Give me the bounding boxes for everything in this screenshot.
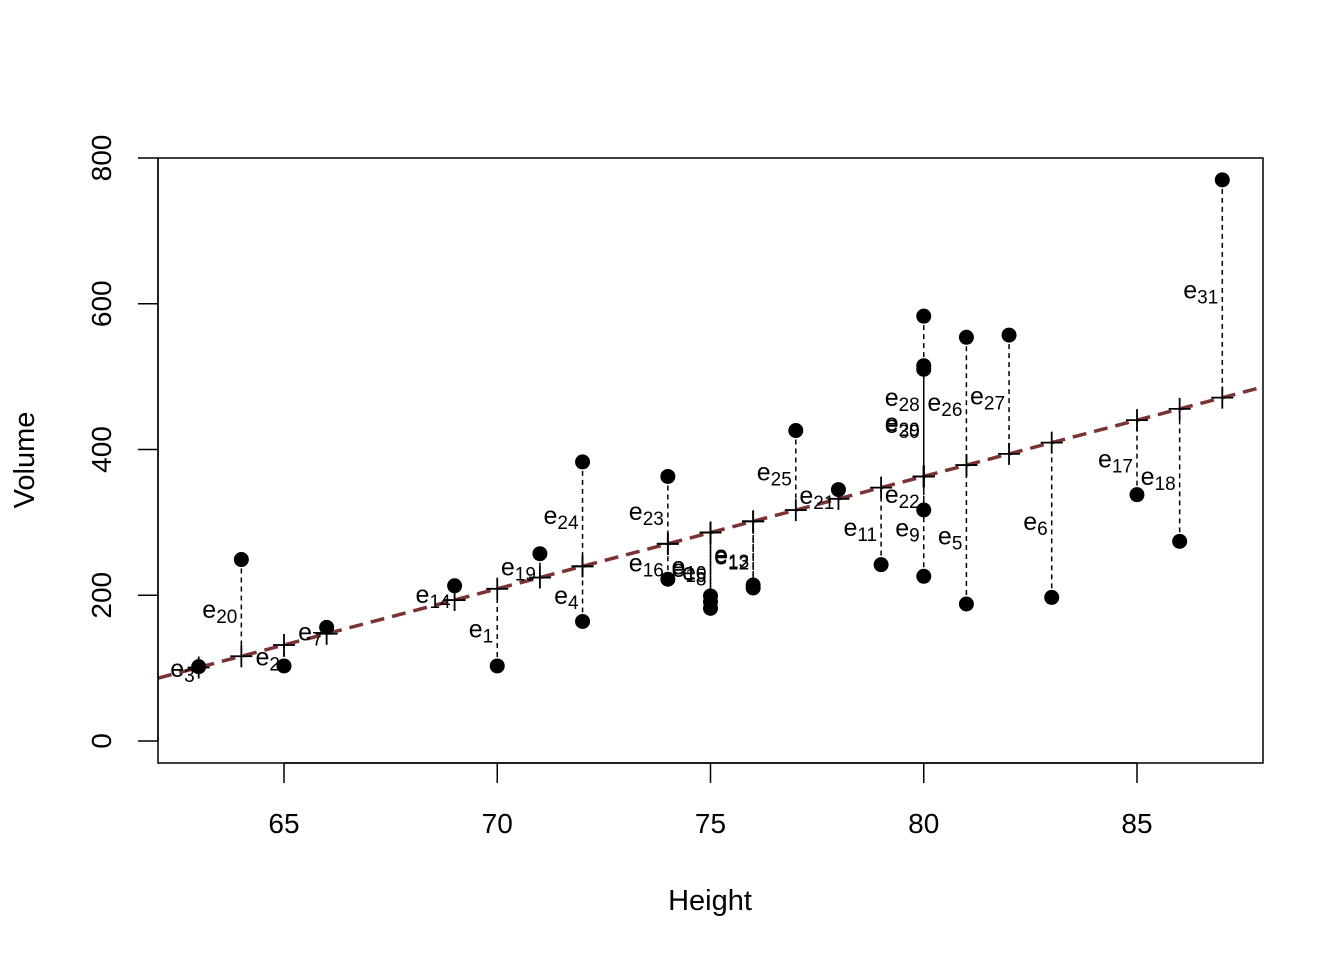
data-point [703, 594, 718, 610]
residual-label: e9 [895, 514, 919, 546]
residual-label: e26 [927, 389, 962, 421]
y-tick-label: 0 [86, 733, 117, 749]
data-point [489, 658, 505, 674]
residual-label: e16 [629, 550, 664, 582]
residual-label: e14 [416, 581, 451, 613]
y-tick-label: 600 [86, 280, 117, 327]
residual-label: e19 [501, 554, 536, 586]
fitted-marker [571, 555, 594, 578]
data-point [788, 423, 804, 439]
data-point [575, 613, 591, 629]
residual-label: e17 [1098, 445, 1133, 477]
residual-label: e7 [298, 619, 322, 651]
residual-label: e3 [170, 655, 194, 687]
fitted-marker [1126, 409, 1148, 432]
residual-label: e24 [544, 502, 579, 534]
y-tick-label: 200 [86, 572, 117, 619]
x-tick-label: 70 [482, 808, 513, 839]
fitted-marker [998, 442, 1021, 465]
x-tick-label: 80 [908, 808, 939, 839]
data-point [532, 546, 548, 562]
residual-label: e1 [469, 615, 493, 647]
data-point [745, 577, 761, 593]
data-point [1044, 589, 1060, 605]
data-point [1172, 533, 1188, 549]
residual-label: e13 [714, 541, 749, 573]
data-point [958, 596, 974, 612]
residual-label: e23 [629, 498, 664, 530]
fitted-marker [1211, 386, 1234, 409]
data-point [1001, 327, 1017, 343]
residual-label: e4 [554, 582, 579, 614]
x-tick-label: 85 [1121, 808, 1152, 839]
data-point [660, 468, 676, 484]
scatter-chart: e1e2e3e4e5e6e7e8e9e10e11e12e13e14e15e16e… [9, 135, 1264, 917]
axes: 65 70 75 80 85 0 200 400 600 800 [86, 135, 1153, 839]
residual-label: e31 [1183, 277, 1218, 309]
data-point [916, 361, 932, 377]
y-tick-label: 400 [86, 426, 117, 473]
data-point [873, 557, 889, 573]
y-tick-label: 800 [86, 135, 117, 182]
residual-label: e25 [757, 458, 792, 490]
residual-label: e18 [1141, 463, 1176, 495]
data-point [916, 308, 932, 324]
data-point [958, 329, 974, 345]
fitted-marker [273, 634, 295, 657]
plot-marks: e1e2e3e4e5e6e7e8e9e10e11e12e13e14e15e16e… [158, 172, 1263, 687]
fitted-marker [912, 465, 935, 488]
fitted-marker [1168, 397, 1191, 420]
residual-label: e6 [1023, 508, 1047, 540]
fitted-marker [1040, 431, 1063, 454]
fitted-marker [230, 645, 253, 668]
residual-label: e5 [938, 523, 962, 555]
residual-label: e22 [885, 481, 920, 513]
y-axis-label: Volume [9, 412, 41, 509]
residual-label: e27 [970, 382, 1005, 414]
data-point [233, 552, 249, 568]
data-point [916, 568, 932, 584]
x-tick-label: 75 [695, 808, 726, 839]
fitted-marker [955, 454, 978, 477]
fitted-marker [742, 510, 765, 533]
data-point [575, 454, 591, 470]
data-point [1214, 172, 1230, 188]
x-axis-label: Height [668, 885, 752, 917]
residual-label: e20 [202, 596, 237, 628]
residual-label: e11 [843, 514, 877, 546]
x-tick-label: 65 [268, 808, 299, 839]
